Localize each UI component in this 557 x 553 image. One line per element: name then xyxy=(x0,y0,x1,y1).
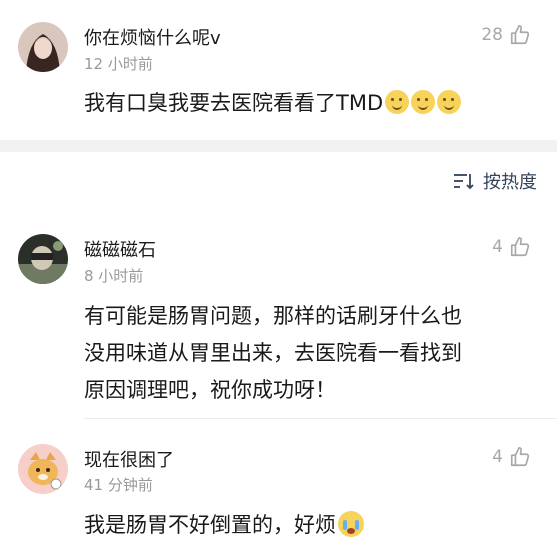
comment-like-button[interactable]: 4 xyxy=(492,446,531,468)
comment-username[interactable]: 磁磁磁石 xyxy=(84,236,156,262)
crying-emoji-icon xyxy=(338,511,364,537)
post-timestamp: 12 小时前 xyxy=(84,55,153,73)
post-content-text: 我有口臭我要去医院看看了TMD xyxy=(84,91,384,115)
avatar[interactable] xyxy=(18,234,68,284)
avatar[interactable] xyxy=(18,444,68,494)
comment-like-count: 4 xyxy=(492,447,503,467)
sort-icon xyxy=(454,174,474,190)
thinking-emoji-icon xyxy=(437,90,462,114)
post-content: 我有口臭我要去医院看看了TMD xyxy=(84,85,462,122)
post-like-count: 28 xyxy=(481,25,503,45)
avatar[interactable] xyxy=(18,22,68,72)
comment-content: 我是肠胃不好倒置的，好烦 xyxy=(84,507,364,544)
comment-line: 原因调理吧，祝你成功呀！ xyxy=(84,378,336,402)
post-username[interactable]: 你在烦恼什么呢v xyxy=(84,24,221,50)
sort-by-popularity-button[interactable]: 按热度 xyxy=(453,168,537,194)
sort-label: 按热度 xyxy=(483,172,537,193)
comment-line: 有可能是肠胃问题，那样的话刷牙什么也 xyxy=(84,304,462,328)
thumbs-up-icon xyxy=(510,25,530,45)
sort-bar: 按热度 xyxy=(0,152,557,212)
comment-username[interactable]: 现在很困了 xyxy=(84,446,174,472)
comment-like-button[interactable]: 4 xyxy=(492,236,531,258)
comment-item: 磁磁磁石 8 小时前 4 有可能是肠胃问题，那样的话刷牙什么也 没用味道从胃里出… xyxy=(0,212,557,418)
comment-timestamp: 41 分钟前 xyxy=(84,476,153,494)
comment-like-count: 4 xyxy=(492,237,503,257)
thinking-emoji-icon xyxy=(385,90,410,114)
thumbs-up-icon xyxy=(510,237,530,257)
thinking-emoji-icon xyxy=(411,90,436,114)
section-divider xyxy=(0,140,557,152)
comment-line: 我是肠胃不好倒置的，好烦 xyxy=(84,513,336,537)
post-like-button[interactable]: 28 xyxy=(481,24,531,46)
comment-content: 有可能是肠胃问题，那样的话刷牙什么也 没用味道从胃里出来，去医院看一看找到 原因… xyxy=(84,298,544,409)
original-post: 你在烦恼什么呢v 12 小时前 28 我有口臭我要去医院看看了TMD xyxy=(0,0,557,140)
thumbs-up-icon xyxy=(510,447,530,467)
comment-item: 现在很困了 41 分钟前 4 我是肠胃不好倒置的，好烦 xyxy=(0,420,557,553)
comment-line: 没用味道从胃里出来，去医院看一看找到 xyxy=(84,341,462,365)
comment-separator xyxy=(84,418,557,419)
comment-timestamp: 8 小时前 xyxy=(84,267,144,285)
